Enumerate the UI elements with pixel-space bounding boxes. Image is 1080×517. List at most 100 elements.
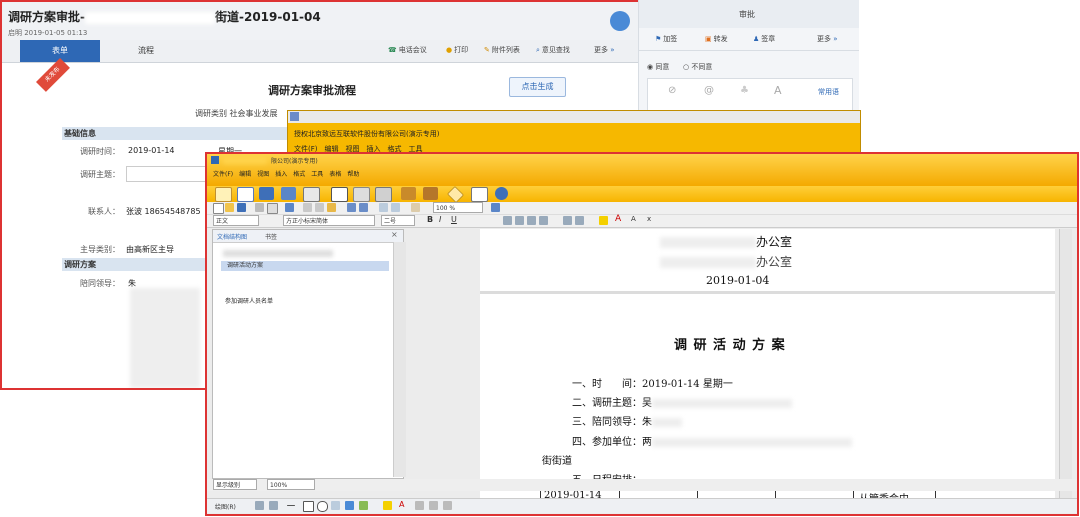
- redo-icon[interactable]: [359, 203, 368, 212]
- nav-item-plan[interactable]: 调研活动方案: [221, 261, 389, 271]
- doc-item-1: 一、时 间：2019-01-14 星期一: [572, 375, 733, 390]
- cut-icon[interactable]: [303, 203, 312, 212]
- picture-icon[interactable]: [359, 501, 368, 510]
- tab-flow[interactable]: 流程: [106, 40, 186, 62]
- bold-icon[interactable]: B: [427, 215, 433, 224]
- menu-insert[interactable]: 插入: [275, 171, 287, 178]
- copy-icon[interactable]: [315, 203, 324, 212]
- size-select[interactable]: 二号: [381, 215, 415, 226]
- spellcheck-icon[interactable]: [285, 203, 294, 212]
- font-color-icon[interactable]: A: [399, 500, 404, 509]
- grow-font-icon[interactable]: A: [631, 215, 636, 223]
- zoom-select[interactable]: 100 %: [433, 202, 483, 213]
- common-phrases-link[interactable]: 常用语: [818, 87, 839, 97]
- paste-icon[interactable]: [327, 203, 336, 212]
- wordart-icon[interactable]: [345, 501, 354, 510]
- accept-icon[interactable]: [353, 187, 370, 202]
- line-icon[interactable]: [287, 505, 295, 506]
- help-icon[interactable]: [491, 203, 500, 212]
- arrow-style-icon[interactable]: [429, 501, 438, 510]
- nav-scrollbar[interactable]: [393, 242, 406, 477]
- save-icon[interactable]: [237, 203, 246, 212]
- seal-button[interactable]: ♟ 签章: [753, 34, 775, 44]
- diamond-icon[interactable]: [447, 186, 464, 203]
- menu-table[interactable]: 表格: [329, 171, 341, 178]
- highlight-icon[interactable]: [599, 216, 608, 225]
- thumb-icon[interactable]: ♣: [740, 85, 749, 96]
- style-select[interactable]: 正文: [213, 215, 259, 226]
- add-sign-button[interactable]: ⚑ 加签: [655, 34, 677, 44]
- menu-tools[interactable]: 工具: [311, 171, 323, 178]
- toolbar-more[interactable]: 更多 »: [594, 45, 615, 55]
- preview-icon[interactable]: [267, 203, 278, 214]
- print-icon[interactable]: [255, 203, 264, 212]
- list-icon[interactable]: [563, 216, 572, 225]
- align-left-icon[interactable]: [503, 216, 512, 225]
- agree-radio[interactable]: ◉ 同意: [647, 62, 669, 72]
- save-icon[interactable]: [259, 187, 274, 200]
- more-label: 更多: [594, 46, 608, 54]
- font-color-icon[interactable]: A: [615, 214, 621, 224]
- menu-view[interactable]: 视图: [257, 171, 269, 178]
- toolbar-opinion-search[interactable]: ⌕ 意见查找: [536, 45, 570, 55]
- reject-icon[interactable]: [375, 187, 392, 202]
- underline-icon[interactable]: U: [451, 215, 457, 224]
- globe-icon[interactable]: [610, 11, 630, 31]
- print-preview-icon[interactable]: [303, 187, 320, 202]
- forward-button[interactable]: ▣ 转发: [705, 34, 728, 44]
- print-icon[interactable]: [281, 187, 296, 200]
- seal-icon[interactable]: [401, 187, 416, 200]
- attachment-icon[interactable]: ⊘: [668, 85, 676, 96]
- textbox-icon[interactable]: [331, 501, 340, 510]
- undo-icon[interactable]: [347, 203, 356, 212]
- nav-item-participants[interactable]: 参加调研人员名单: [225, 296, 273, 305]
- item-label: 四、参加单位：: [572, 437, 642, 448]
- pen-icon[interactable]: [471, 187, 488, 202]
- indent-icon[interactable]: [575, 216, 584, 225]
- toolbar-print[interactable]: ● 打印: [446, 45, 468, 55]
- italic-icon[interactable]: I: [439, 215, 441, 224]
- open-icon[interactable]: [225, 203, 234, 212]
- font-select[interactable]: 方正小标宋简体: [283, 215, 375, 226]
- rectangle-icon[interactable]: [303, 501, 314, 512]
- at-icon[interactable]: @: [704, 85, 714, 96]
- tab-bookmarks[interactable]: 书签: [265, 232, 277, 241]
- drawing-icon[interactable]: [411, 203, 420, 212]
- new-document-icon[interactable]: [237, 187, 254, 202]
- generate-button[interactable]: 点击生成: [509, 77, 566, 97]
- outline-level-select[interactable]: 显示级别: [213, 479, 257, 490]
- shapes-icon[interactable]: [269, 501, 278, 510]
- revision-icon[interactable]: [331, 187, 348, 202]
- shadow-icon[interactable]: [443, 501, 452, 510]
- toolbar-phone-meeting[interactable]: ☎ 电话会议: [388, 45, 427, 55]
- fill-color-icon[interactable]: [383, 501, 392, 510]
- info-icon[interactable]: [495, 187, 508, 200]
- panel-more-button[interactable]: 更多 »: [817, 34, 838, 44]
- menu-edit[interactable]: 编辑: [239, 171, 251, 178]
- menu-help[interactable]: 帮助: [347, 171, 359, 178]
- menu-format[interactable]: 格式: [293, 171, 305, 178]
- table-icon[interactable]: [379, 203, 388, 212]
- ellipse-icon[interactable]: [317, 501, 328, 512]
- font-icon[interactable]: A: [774, 84, 782, 97]
- new-icon[interactable]: [213, 203, 224, 214]
- close-icon[interactable]: ×: [391, 230, 398, 239]
- align-center-icon[interactable]: [515, 216, 524, 225]
- line-style-icon[interactable]: [415, 501, 424, 510]
- columns-icon[interactable]: [391, 203, 400, 212]
- drawing-toolbar: 绘图(R) A: [207, 498, 1077, 513]
- drawing-menu[interactable]: 绘图(R): [215, 502, 236, 511]
- select-icon[interactable]: [255, 501, 264, 510]
- toolbar-attachments[interactable]: ✎ 附件列表: [484, 45, 520, 55]
- open-folder-icon[interactable]: [215, 187, 232, 202]
- menu-file[interactable]: 文件(F): [213, 171, 233, 178]
- nav-zoom-select[interactable]: 100%: [267, 479, 315, 490]
- align-right-icon[interactable]: [527, 216, 536, 225]
- superscript-icon[interactable]: x: [647, 215, 651, 223]
- disagree-radio[interactable]: ○ 不同意: [683, 62, 712, 72]
- tab-document-map[interactable]: 文档结构图: [217, 232, 247, 241]
- sign-icon[interactable]: [423, 187, 438, 200]
- justify-icon[interactable]: [539, 216, 548, 225]
- page-scrollbar[interactable]: [1059, 229, 1072, 506]
- chevron-down-icon: »: [833, 35, 838, 43]
